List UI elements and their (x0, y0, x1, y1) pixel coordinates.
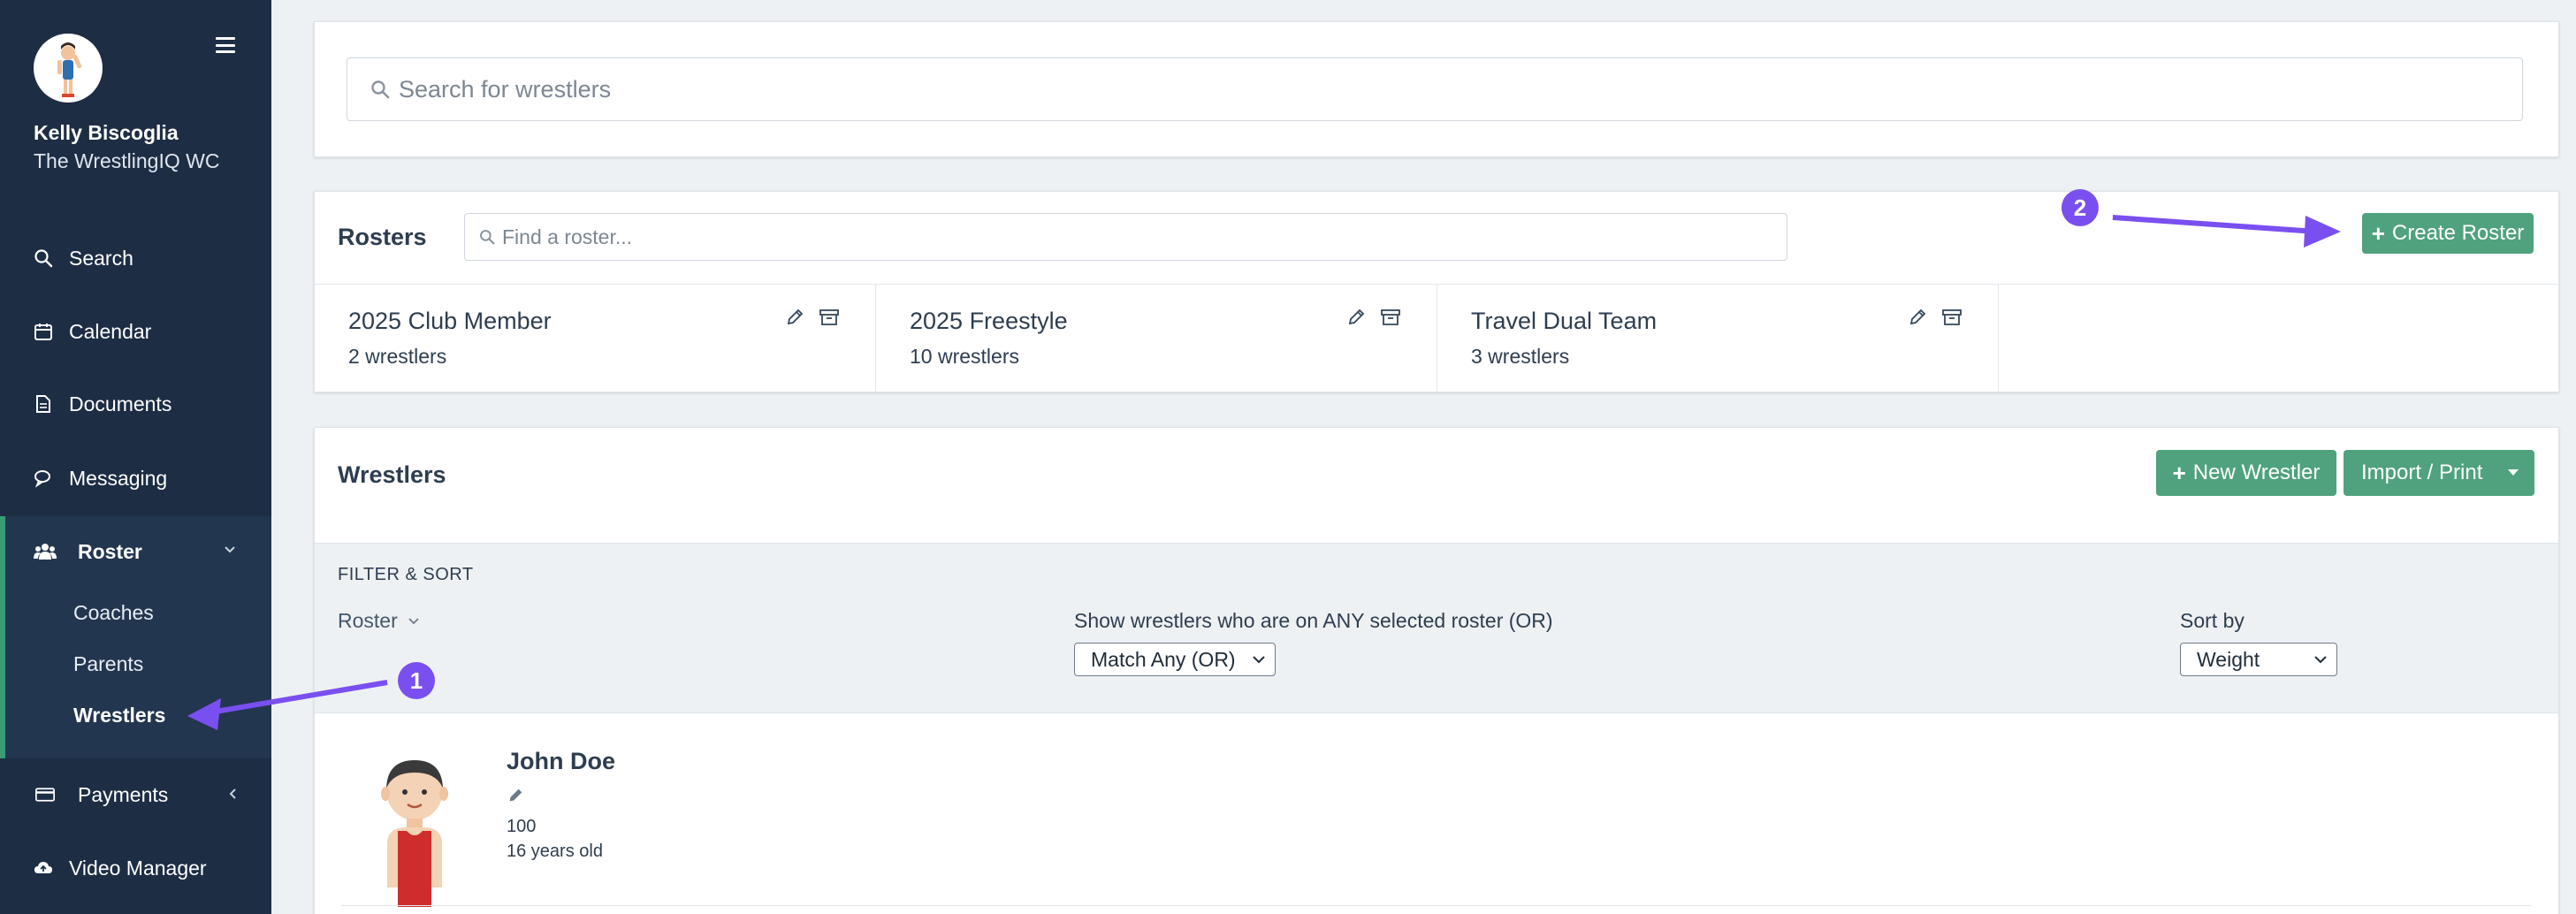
filter-sort-panel: FILTER & SORT Roster Show wrestlers who … (315, 543, 2558, 713)
pencil-icon[interactable] (785, 308, 804, 327)
new-wrestler-label: New Wrestler (2192, 461, 2321, 484)
wrestlers-title: Wrestlers (338, 461, 446, 488)
users-icon (34, 542, 57, 561)
search-icon (371, 80, 390, 99)
chevron-left-icon[interactable] (226, 787, 239, 801)
document-icon (34, 394, 53, 414)
sidebar-item-wrestlers[interactable]: Wrestlers (73, 704, 165, 727)
nav-documents[interactable]: Documents (34, 386, 171, 422)
chevron-down-icon (2314, 656, 2327, 664)
pencil-icon[interactable] (507, 787, 524, 804)
nav-video-manager[interactable]: Video Manager (34, 850, 207, 886)
search-input[interactable]: Search for wrestlers (347, 57, 2523, 121)
nav-documents-label: Documents (69, 392, 172, 415)
roster-card[interactable]: 2025 Club Member 2 wrestlers (315, 285, 876, 392)
create-roster-button[interactable]: + Create Roster (2362, 213, 2534, 254)
archive-icon[interactable] (1380, 308, 1401, 327)
wrestler-cartoon-icon (57, 42, 82, 97)
search-card: Search for wrestlers (314, 21, 2559, 157)
roster-card-empty (1999, 285, 2558, 392)
menu-toggle-icon[interactable] (216, 37, 235, 53)
chevron-down-icon[interactable] (223, 543, 237, 557)
nav-payments[interactable]: Payments (34, 777, 168, 812)
wrestler-weight: 100 (507, 817, 537, 836)
search-placeholder: Search for wrestlers (399, 75, 612, 103)
find-roster-placeholder: Find a roster... (502, 225, 633, 248)
sidebar-item-parents[interactable]: Parents (73, 652, 143, 676)
step-badge-2: 2 (2062, 189, 2099, 226)
nav-roster[interactable]: Roster (34, 534, 142, 569)
nav-roster-label: Roster (78, 539, 142, 563)
nav-payments-label: Payments (78, 782, 169, 806)
roster-name[interactable]: Travel Dual Team (1471, 308, 1657, 335)
wrestler-avatar[interactable] (368, 755, 461, 907)
chevron-down-icon (1253, 656, 1265, 664)
nav-messaging-label: Messaging (69, 466, 168, 490)
sidebar-item-coaches[interactable]: Coaches (73, 601, 154, 625)
roster-card[interactable]: Travel Dual Team 3 wrestlers (1437, 285, 1999, 392)
chat-icon (34, 468, 53, 488)
match-mode-value: Match Any (OR) (1091, 647, 1236, 671)
roster-name[interactable]: 2025 Freestyle (910, 308, 1068, 335)
roster-count: 3 wrestlers (1471, 345, 1570, 368)
rosters-grid: 2025 Club Member 2 wrestlers 2025 Freest… (315, 284, 2558, 392)
calendar-icon (34, 322, 53, 341)
roster-card[interactable]: 2025 Freestyle 10 wrestlers (876, 285, 1437, 392)
sort-by-label: Sort by (2180, 609, 2244, 632)
find-roster-input[interactable]: Find a roster... (464, 213, 1787, 261)
user-org: The WrestlingIQ WC (34, 149, 220, 172)
user-avatar[interactable] (34, 34, 103, 103)
wrestler-name[interactable]: John Doe (507, 748, 615, 775)
search-icon (34, 248, 53, 268)
nav-messaging[interactable]: Messaging (34, 461, 167, 496)
wrestler-age: 16 years old (507, 842, 603, 861)
plus-icon: + (2172, 459, 2186, 486)
nav-search-label: Search (69, 246, 133, 270)
roster-filter-label: Roster (338, 609, 398, 632)
roster-filter-dropdown[interactable]: Roster (338, 609, 421, 633)
create-roster-label: Create Roster (2391, 221, 2525, 245)
rosters-title: Rosters (338, 224, 427, 250)
wrestlers-card: Wrestlers + New Wrestler Import / Print … (314, 427, 2559, 914)
sort-by-value: Weight (2197, 647, 2260, 671)
nav-calendar[interactable]: Calendar (34, 314, 151, 349)
sidebar: Kelly Biscoglia The WrestlingIQ WC Searc… (0, 0, 271, 914)
pencil-icon[interactable] (1346, 308, 1366, 327)
sort-by-select[interactable]: Weight (2180, 643, 2337, 676)
import-print-button[interactable]: Import / Print (2344, 450, 2534, 496)
credit-card-icon (34, 785, 57, 804)
user-name: Kelly Biscoglia (34, 121, 179, 144)
chevron-down-icon (408, 617, 419, 624)
match-mode-label: Show wrestlers who are on ANY selected r… (1074, 609, 1553, 632)
plus-icon: + (2371, 219, 2385, 247)
match-mode-select[interactable]: Match Any (OR) (1074, 643, 1276, 676)
cloud-upload-icon (34, 858, 53, 878)
rosters-card: Rosters Find a roster... + Create Roster… (314, 191, 2559, 392)
nav-video-manager-label: Video Manager (69, 856, 207, 880)
pencil-icon[interactable] (1908, 308, 1927, 327)
caret-down-icon[interactable] (2508, 469, 2519, 476)
filter-sort-title: FILTER & SORT (338, 565, 474, 584)
row-divider (341, 905, 2532, 906)
search-icon (480, 230, 495, 245)
new-wrestler-button[interactable]: + New Wrestler (2156, 450, 2336, 496)
roster-count: 2 wrestlers (348, 345, 447, 368)
nav-calendar-label: Calendar (69, 319, 152, 343)
roster-name[interactable]: 2025 Club Member (348, 308, 552, 335)
archive-icon[interactable] (1941, 308, 1962, 327)
nav-search[interactable]: Search (34, 240, 133, 276)
step-badge-1: 1 (398, 662, 435, 699)
archive-icon[interactable] (819, 308, 840, 327)
roster-count: 10 wrestlers (910, 345, 1019, 368)
import-print-label: Import / Print (2361, 461, 2483, 484)
